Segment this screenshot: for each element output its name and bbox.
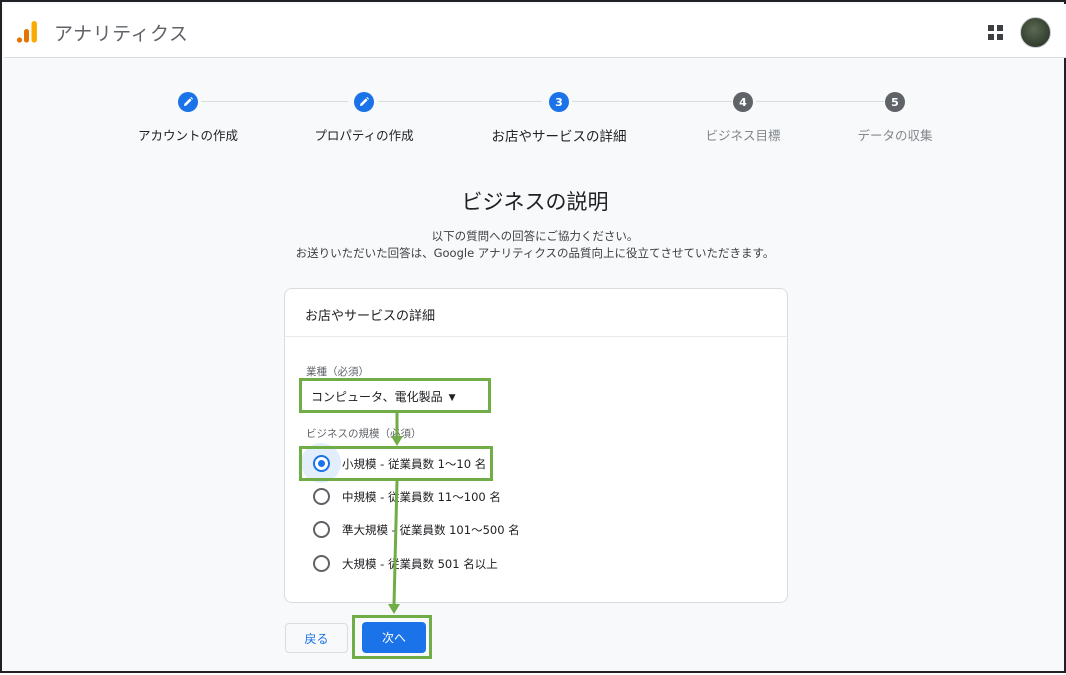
setup-stepper: 3 4 5 アカウントの作成 プロパティの作成 お店やサービスの詳細 ビジネス目… (2, 90, 1066, 150)
step-connector (378, 101, 542, 102)
industry-highlight-box (299, 378, 491, 413)
app-header: アナリティクス (4, 4, 1066, 58)
step-3-label: お店やサービスの詳細 (491, 129, 627, 145)
app-title: アナリティクス (54, 23, 189, 45)
radio-button[interactable] (313, 555, 330, 572)
step-connector (201, 101, 348, 102)
back-button[interactable]: 戻る (285, 623, 348, 653)
card-title: お店やサービスの詳細 (305, 309, 436, 324)
radio-button[interactable] (313, 521, 330, 538)
user-avatar[interactable] (1020, 17, 1051, 48)
card-header: お店やサービスの詳細 (285, 289, 787, 337)
window-frame: アナリティクス 3 4 5 アカウントの作成 プロパティの作成 お店やサービスの… (0, 0, 1066, 673)
next-button-highlight-box (352, 615, 432, 659)
page-title: ビジネスの説明 (461, 190, 609, 214)
step-1-edit-icon[interactable] (178, 92, 198, 112)
page-subtitle-line-2: お送りいただいた回答は、Google アナリティクスの品質向上に役立てさせていた… (295, 246, 775, 260)
step-connector (756, 101, 884, 102)
step-3-number: 3 (549, 92, 569, 112)
step-4-number: 4 (733, 92, 753, 112)
business-size-label: ビジネスの規模（必須） (306, 428, 422, 440)
page-subtitle-line-1: 以下の質問への回答にご協力ください。 (431, 229, 639, 243)
apps-grid-icon[interactable] (987, 24, 1005, 42)
arrow-head-2 (388, 604, 400, 614)
pencil-icon (360, 97, 369, 106)
size-highlight-box (299, 446, 493, 481)
step-5-number: 5 (885, 92, 905, 112)
size-option-label: 準大規模 - 従業員数 101～500 名 (342, 523, 520, 537)
pencil-icon (184, 97, 193, 106)
step-connector (572, 101, 732, 102)
size-option-label: 中規模 - 従業員数 11～100 名 (342, 490, 501, 504)
industry-label: 業種（必須） (306, 366, 369, 378)
radio-button[interactable] (313, 488, 330, 505)
step-2-label: プロパティの作成 (314, 128, 414, 143)
step-1-label: アカウントの作成 (137, 128, 239, 143)
step-2-edit-icon[interactable] (354, 92, 374, 112)
step-5-label: データの収集 (857, 128, 933, 143)
size-option-label: 大規模 - 従業員数 501 名以上 (342, 557, 498, 571)
analytics-logo-icon[interactable] (16, 20, 40, 44)
step-4-label: ビジネス目標 (705, 128, 781, 143)
